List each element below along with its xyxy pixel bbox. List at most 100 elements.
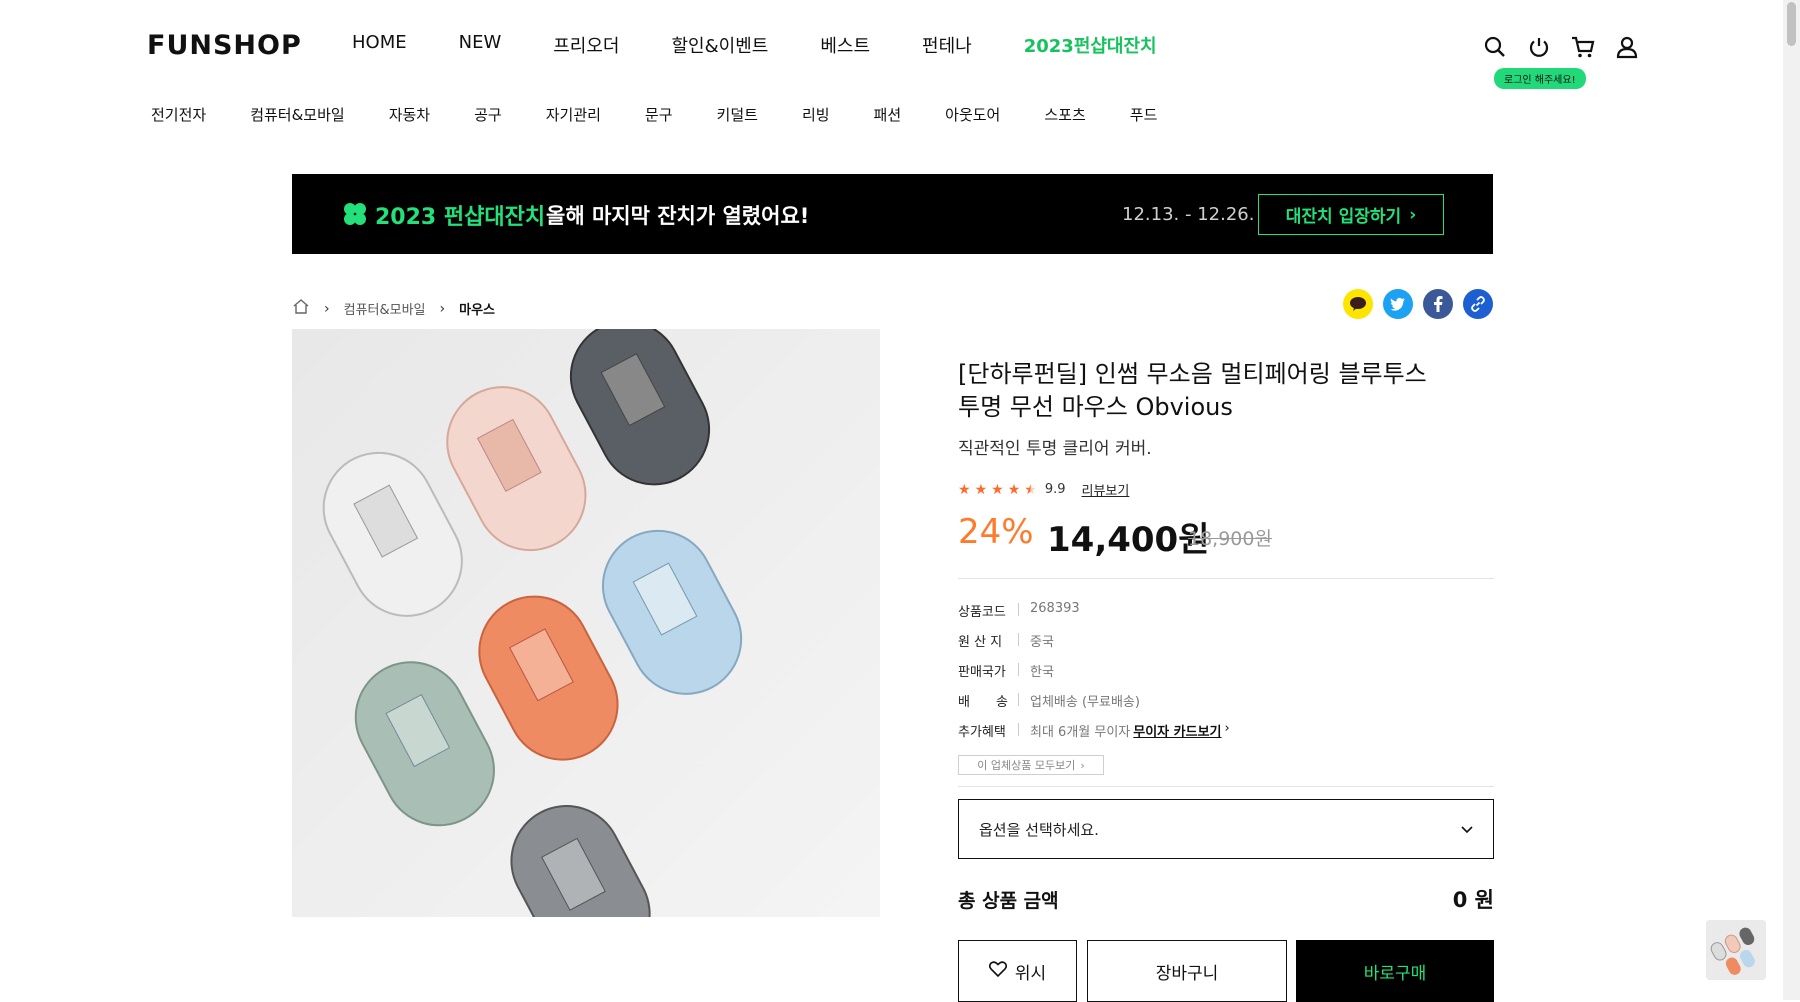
page-scrollbar[interactable] — [1783, 0, 1800, 1000]
review-link[interactable]: 리뷰보기 — [1082, 480, 1130, 499]
spec-value: 업체배송 (무료배송) — [1030, 695, 1140, 710]
facebook-icon — [1434, 296, 1443, 312]
spec-row: 원 산 지 중국 — [958, 631, 1054, 650]
discount-rate: 24% — [958, 512, 1034, 552]
vendor-all-label: 이 업체상품 모두보기 — [977, 759, 1076, 772]
total-price-label: 총 상품 금액 — [958, 890, 1059, 912]
product-title-line1: [단하루펀딜] 인썸 무소음 멀티페어링 블루투스 — [958, 360, 1427, 388]
star-icon: ★ — [991, 481, 1004, 498]
power-icon[interactable] — [1526, 34, 1552, 60]
floating-product-thumbnail[interactable] — [1706, 920, 1766, 980]
main-nav: HOME NEW 프리오더 할인&이벤트 베스트 펀테나 2023펀샵대잔치 — [352, 32, 1209, 58]
facebook-share-button[interactable] — [1423, 289, 1453, 319]
spec-row: 추가혜택 최대 6개월 무이자 무이자 카드보기 › — [958, 721, 1230, 740]
divider — [958, 578, 1494, 579]
cat-tools[interactable]: 공구 — [474, 104, 502, 125]
link-icon — [1471, 296, 1485, 312]
cat-fashion[interactable]: 패션 — [874, 104, 902, 125]
scrollbar-thumb[interactable] — [1787, 2, 1796, 46]
heart-icon — [988, 960, 1007, 982]
user-icon[interactable] — [1614, 34, 1640, 60]
cat-outdoor[interactable]: 아웃도어 — [945, 104, 1000, 125]
wishlist-label: 위시 — [1014, 963, 1047, 984]
star-icon: ★ — [974, 481, 988, 498]
interest-free-card-link[interactable]: 무이자 카드보기 — [1133, 721, 1221, 740]
cat-food[interactable]: 푸드 — [1130, 104, 1158, 125]
breadcrumb: › 컴퓨터&모바일 › 마우스 — [292, 298, 495, 319]
separator — [1018, 693, 1019, 706]
cart-icon[interactable] — [1570, 34, 1596, 60]
category-nav: 전기전자 컴퓨터&모바일 자동차 공구 자기관리 문구 키덜트 리빙 패션 아웃… — [151, 104, 1201, 125]
product-title-line2: 투명 무선 마우스 Obvious — [958, 393, 1233, 421]
cat-stationery[interactable]: 문구 — [645, 104, 673, 125]
star-icon: ★ — [1007, 481, 1021, 498]
product-image[interactable] — [292, 329, 880, 917]
spec-value: 최대 6개월 무이자 — [1030, 725, 1131, 740]
spec-key: 원 산 지 — [958, 635, 1003, 650]
spec-key: 배 송 — [958, 695, 1008, 710]
cat-kidult[interactable]: 키덜트 — [717, 104, 758, 125]
nav-funtena[interactable]: 펀테나 — [922, 32, 972, 58]
nav-preorder[interactable]: 프리오더 — [553, 32, 619, 58]
chevron-right-icon: › — [1224, 721, 1230, 736]
banner-enter-button[interactable]: 대잔치 입장하기 › — [1258, 194, 1444, 235]
separator — [1018, 663, 1019, 676]
spec-row: 판매국가 한국 — [958, 661, 1054, 680]
product-subtitle: 직관적인 투명 클리어 커버. — [958, 439, 1152, 459]
chevron-down-icon — [1461, 820, 1473, 838]
nav-home[interactable]: HOME — [352, 32, 407, 58]
cat-electronics[interactable]: 전기전자 — [151, 104, 206, 125]
cat-car[interactable]: 자동차 — [389, 104, 430, 125]
vendor-all-products-button[interactable]: 이 업체상품 모두보기 › — [958, 755, 1104, 775]
spec-row: 상품코드 268393 — [958, 601, 1080, 620]
star-icon: ★ — [958, 481, 971, 498]
add-to-cart-button[interactable]: 장바구니 — [1087, 940, 1287, 1002]
chevron-right-icon: › — [324, 300, 330, 317]
search-icon[interactable] — [1482, 34, 1508, 60]
divider — [958, 786, 1494, 787]
banner-message: 올해 마지막 잔치가 열렸어요! — [546, 204, 810, 228]
option-select[interactable]: 옵션을 선택하세요. — [958, 799, 1494, 859]
buy-now-button[interactable]: 바로구매 — [1296, 940, 1494, 1002]
half-star-icon: ★ — [1024, 481, 1037, 498]
spec-value: 268393 — [1030, 601, 1080, 616]
spec-value: 중국 — [1030, 635, 1054, 650]
breadcrumb-category[interactable]: 컴퓨터&모바일 — [344, 299, 426, 318]
wishlist-button[interactable]: 위시 — [958, 940, 1077, 1002]
chevron-right-icon: › — [439, 300, 446, 317]
home-icon[interactable] — [292, 298, 310, 319]
cat-selfcare[interactable]: 자기관리 — [546, 104, 601, 125]
cat-sports[interactable]: 스포츠 — [1044, 104, 1085, 125]
spec-key: 추가혜택 — [958, 725, 1006, 740]
spec-value: 한국 — [1030, 665, 1054, 680]
spec-key: 판매국가 — [958, 665, 1006, 680]
sale-price: 14,400원 — [1047, 520, 1210, 560]
nav-2023-festival[interactable]: 2023펀샵대잔치 — [1024, 32, 1157, 58]
chevron-right-icon: › — [1409, 204, 1417, 225]
separator — [1018, 723, 1019, 736]
clover-icon — [344, 203, 366, 225]
banner-date: 12.13. - 12.26. — [1122, 204, 1255, 225]
spec-key: 상품코드 — [958, 605, 1006, 620]
banner-enter-label: 대잔치 입장하기 — [1285, 207, 1402, 227]
twitter-share-button[interactable] — [1383, 289, 1413, 319]
header-icons — [1482, 34, 1640, 60]
login-prompt-badge[interactable]: 로그인 해주세요! — [1494, 68, 1586, 89]
cat-living[interactable]: 리빙 — [802, 104, 830, 125]
funshop-logo[interactable]: FUNSHOP — [147, 30, 302, 61]
rating-score: 9.9 — [1044, 482, 1066, 497]
separator — [1018, 603, 1019, 616]
cat-computer-mobile[interactable]: 컴퓨터&모바일 — [250, 104, 345, 125]
chevron-right-icon: › — [1080, 758, 1085, 772]
nav-sale-event[interactable]: 할인&이벤트 — [672, 32, 769, 58]
kakao-share-button[interactable] — [1343, 289, 1373, 319]
separator — [1018, 633, 1019, 646]
nav-best[interactable]: 베스트 — [820, 32, 870, 58]
nav-new[interactable]: NEW — [459, 32, 502, 58]
option-placeholder: 옵션을 선택하세요. — [979, 820, 1099, 839]
festival-banner[interactable]: 2023 펀샵대잔치 올해 마지막 잔치가 열렸어요! 12.13. - 12.… — [292, 174, 1493, 254]
product-title: [단하루펀딜] 인썸 무소음 멀티페어링 블루투스 투명 무선 마우스 Obvi… — [958, 358, 1478, 424]
breadcrumb-current: 마우스 — [459, 303, 496, 318]
link-share-button[interactable] — [1463, 289, 1493, 319]
kakao-icon — [1350, 297, 1366, 311]
